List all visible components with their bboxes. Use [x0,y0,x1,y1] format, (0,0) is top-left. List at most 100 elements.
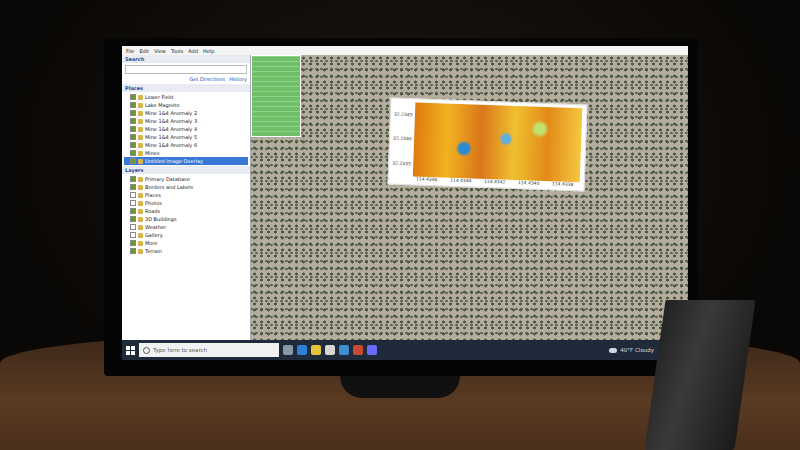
folder-icon [138,103,143,108]
panel-title: Search [125,56,144,62]
layer-item[interactable]: More [124,239,248,247]
folder-icon [138,135,143,140]
layer-icon [138,201,143,206]
checkbox[interactable] [130,102,136,108]
panel-title: Places [125,85,143,91]
layer-icon [138,209,143,214]
search-header[interactable]: Search [122,55,250,63]
app-icon[interactable] [283,345,293,355]
layer-item[interactable]: Roads [124,207,248,215]
menu-item[interactable]: Tools [171,48,183,54]
menu-item[interactable]: Edit [139,48,149,54]
place-item[interactable]: Mine 1&4 Anomaly 4 [124,125,248,133]
app-icon[interactable] [311,345,321,355]
place-label: Mine 1&4 Anomaly 5 [145,134,197,140]
place-item[interactable]: Untitled Image Overlay [124,157,248,165]
places-tree: Lower FieldLake Magnets Mine 1&4 Anomaly … [122,92,250,166]
app-icon[interactable] [339,345,349,355]
places-header[interactable]: Places [122,84,250,92]
place-label: Untitled Image Overlay [145,158,203,164]
place-item[interactable]: Lower Field [124,93,248,101]
x-tick: 114.4344 [450,178,472,185]
checkbox[interactable] [130,248,136,254]
layer-item[interactable]: Gallery [124,231,248,239]
layer-item[interactable]: Photos [124,199,248,207]
menu-item[interactable]: Add [188,48,198,54]
layer-item[interactable]: 3D Buildings [124,215,248,223]
logo-pane [126,351,130,355]
place-item[interactable]: Mine 1&4 Anomaly 5 [124,133,248,141]
place-label: Lake Magnets [145,102,180,108]
checkbox[interactable] [130,142,136,148]
search-field[interactable] [125,65,247,74]
overlay-top: 32.234532.234032.2335 [392,102,582,183]
app-icon[interactable] [367,345,377,355]
checkbox[interactable] [130,118,136,124]
checkbox[interactable] [130,126,136,132]
checkbox[interactable] [130,150,136,156]
checkbox[interactable] [130,232,136,238]
panel-title: Layers [125,167,144,173]
layer-label: Roads [145,208,160,214]
layer-label: Gallery [145,232,163,238]
checkbox[interactable] [130,134,136,140]
layer-item[interactable]: Weather [124,223,248,231]
app-icon[interactable] [353,345,363,355]
place-item[interactable]: Mine 1&4 Anomaly 2 [124,109,248,117]
folder-icon [138,159,143,164]
checkbox[interactable] [130,176,136,182]
checkbox[interactable] [130,216,136,222]
place-item[interactable]: Mine 1&4 Anomaly 6 [124,141,248,149]
photo-scene: File Edit View Tools Add Help Search Get Direct… [0,0,800,450]
windows-icon[interactable] [126,346,135,355]
menu-item[interactable]: Help [203,48,214,54]
checkbox[interactable] [130,184,136,190]
menu-item[interactable]: View [154,48,166,54]
checkbox[interactable] [130,200,136,206]
layer-icon [138,193,143,198]
layer-icon [138,185,143,190]
folder-icon [138,95,143,100]
green-overlay[interactable] [251,55,301,137]
layer-label: Primary Database [145,176,190,182]
layer-item[interactable]: Terrain [124,247,248,255]
logo-pane [131,346,135,350]
place-item[interactable]: Mines [124,149,248,157]
link[interactable]: History [229,76,247,82]
link[interactable]: Get Directions [190,76,226,82]
checkbox[interactable] [130,240,136,246]
taskbar-search[interactable]: Type here to search [139,343,279,357]
y-axis: 32.234532.234032.2335 [392,102,415,177]
app-icon[interactable] [297,345,307,355]
place-item[interactable]: Lake Magnets [124,101,248,109]
satellite-map[interactable]: 32.234532.234032.2335114.4346114.4344114… [251,55,688,340]
checkbox[interactable] [130,158,136,164]
place-label: Mine 1&4 Anomaly 6 [145,142,197,148]
layer-icon [138,233,143,238]
logo-pane [131,351,135,355]
search-links: Get DirectionsHistory [122,76,250,84]
layer-item[interactable]: Places [124,191,248,199]
menu-item[interactable]: File [126,48,134,54]
image-overlay[interactable]: 32.234532.234032.2335114.4346114.4344114… [388,98,588,192]
place-label: Mine 1&4 Anomaly 2 [145,110,197,116]
place-label: Mine 1&4 Anomaly 4 [145,126,197,132]
layers-header[interactable]: Layers [122,166,250,174]
y-tick: 32.2335 [392,161,411,167]
checkbox[interactable] [130,94,136,100]
layer-item[interactable]: Borders and Labels [124,183,248,191]
place-item[interactable]: Mine 1&4 Anomaly 3 [124,117,248,125]
layer-item[interactable]: Primary Database [124,175,248,183]
checkbox[interactable] [130,224,136,230]
checkbox[interactable] [130,192,136,198]
window-body: SearchGet DirectionsHistoryPlacesLower F… [122,55,688,340]
checkbox[interactable] [130,110,136,116]
folder-icon [138,143,143,148]
layer-label: Photos [145,200,162,206]
x-tick: 114.4342 [484,179,506,186]
folder-icon [138,127,143,132]
layer-label: Terrain [145,248,162,254]
app-icon[interactable] [325,345,335,355]
checkbox[interactable] [130,208,136,214]
place-label: Mines [145,150,160,156]
